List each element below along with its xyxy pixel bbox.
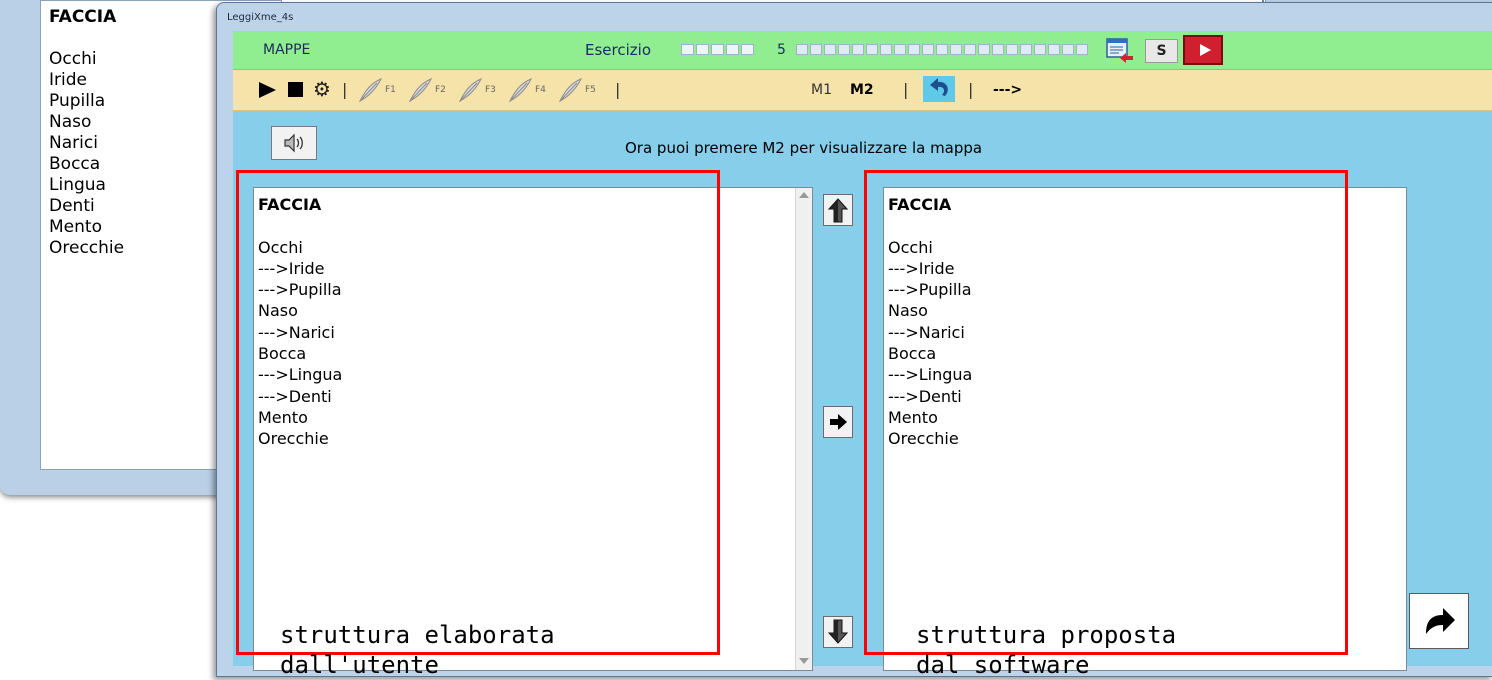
proposed-structure-highlight bbox=[864, 170, 1348, 655]
progress-cell bbox=[978, 44, 990, 55]
feather-icon[interactable] bbox=[457, 77, 483, 103]
m1-button[interactable]: M1 bbox=[811, 70, 832, 110]
undo-arrow-icon[interactable] bbox=[923, 76, 955, 102]
feather-icon[interactable] bbox=[507, 77, 533, 103]
progress-cell bbox=[908, 44, 920, 55]
background-list-item: Denti bbox=[49, 196, 95, 216]
list-scrollbar[interactable] bbox=[795, 188, 812, 670]
user-structure-highlight bbox=[236, 170, 720, 655]
f-key-label: F4 bbox=[535, 85, 546, 95]
exercise-checkbox[interactable] bbox=[681, 44, 694, 55]
background-list-item: Pupilla bbox=[49, 91, 106, 111]
progress-cell bbox=[1006, 44, 1018, 55]
progress-cell bbox=[964, 44, 976, 55]
f-key-label: F1 bbox=[385, 85, 396, 95]
progress-cell bbox=[936, 44, 948, 55]
user-structure-caption-line1: struttura elaborata bbox=[280, 621, 555, 649]
background-list-item: Naso bbox=[49, 112, 92, 132]
exercise-checkboxes bbox=[681, 44, 754, 55]
instruction-message: Ora puoi premere M2 per visualizzare la … bbox=[625, 139, 983, 157]
speaker-icon bbox=[284, 133, 303, 153]
proposed-structure-caption-line1: struttura proposta bbox=[916, 621, 1177, 649]
next-arrow[interactable]: ---> bbox=[993, 70, 1022, 110]
progress-cell bbox=[950, 44, 962, 55]
speaker-button[interactable] bbox=[271, 126, 317, 160]
section-label: MAPPE bbox=[263, 42, 311, 58]
toolbar: ⚙ | F1 F2 F3 F4 F5 | M1 M2 | | ---> bbox=[233, 70, 1492, 111]
progress-cell bbox=[1020, 44, 1032, 55]
exercise-checkbox[interactable] bbox=[741, 44, 754, 55]
background-window: FACCIA Occhi Iride Pupilla Naso Narici B… bbox=[0, 0, 282, 495]
play-icon[interactable] bbox=[259, 82, 276, 98]
progress-cell bbox=[992, 44, 1004, 55]
progress-cell bbox=[810, 44, 822, 55]
background-list-item: Occhi bbox=[49, 49, 97, 69]
toolbar-separator: | bbox=[968, 80, 974, 99]
exercise-label: Esercizio bbox=[585, 41, 651, 59]
feather-icon[interactable] bbox=[407, 77, 433, 103]
confirm-button[interactable] bbox=[1409, 593, 1469, 649]
exercise-number: 5 bbox=[777, 42, 786, 58]
next-play-button[interactable] bbox=[1183, 35, 1223, 65]
feather-icon[interactable] bbox=[557, 77, 583, 103]
background-list-title: FACCIA bbox=[49, 7, 117, 27]
f-key-label: F5 bbox=[585, 85, 596, 95]
move-down-button[interactable] bbox=[823, 616, 853, 648]
window-title: LeggiXme_4s bbox=[227, 12, 294, 23]
exercise-checkbox[interactable] bbox=[696, 44, 709, 55]
background-list-item: Bocca bbox=[49, 154, 101, 174]
progress-cell bbox=[1034, 44, 1046, 55]
arrow-down-icon bbox=[827, 619, 849, 644]
progress-indicator bbox=[796, 44, 1088, 55]
toolbar-separator: | bbox=[342, 80, 348, 99]
move-up-button[interactable] bbox=[823, 194, 853, 226]
progress-cell bbox=[866, 44, 878, 55]
stop-icon[interactable] bbox=[288, 82, 303, 97]
exit-document-icon[interactable] bbox=[1106, 38, 1134, 64]
arrow-right-icon bbox=[830, 414, 847, 430]
exercise-checkbox[interactable] bbox=[726, 44, 739, 55]
progress-cell bbox=[1048, 44, 1060, 55]
progress-cell bbox=[824, 44, 836, 55]
background-list-item: Narici bbox=[49, 133, 98, 153]
progress-cell bbox=[852, 44, 864, 55]
progress-cell bbox=[922, 44, 934, 55]
settings-gear-icon[interactable]: ⚙ bbox=[313, 79, 331, 99]
progress-cell bbox=[880, 44, 892, 55]
progress-cell bbox=[1076, 44, 1088, 55]
transfer-right-button[interactable] bbox=[823, 406, 853, 438]
scroll-up-icon[interactable] bbox=[799, 192, 809, 198]
background-list-item: Orecchie bbox=[49, 238, 125, 258]
progress-cell bbox=[796, 44, 808, 55]
background-list-item: Mento bbox=[49, 217, 102, 237]
arrow-up-icon bbox=[827, 198, 849, 223]
feather-icon[interactable] bbox=[357, 77, 383, 103]
proposed-structure-caption-line2: dal software bbox=[916, 651, 1090, 679]
toolbar-separator: | bbox=[903, 80, 909, 99]
f-key-label: F3 bbox=[485, 85, 496, 95]
f-key-label: F2 bbox=[435, 85, 446, 95]
toolbar-separator: | bbox=[615, 80, 621, 99]
exercise-checkbox[interactable] bbox=[711, 44, 724, 55]
return-arrow-icon bbox=[1426, 608, 1455, 634]
progress-cell bbox=[1062, 44, 1074, 55]
progress-cell bbox=[894, 44, 906, 55]
scroll-down-icon[interactable] bbox=[799, 658, 809, 664]
background-list-item: Lingua bbox=[49, 175, 106, 195]
s-button[interactable]: S bbox=[1145, 39, 1178, 63]
header-bar: MAPPE Esercizio 5 S bbox=[233, 31, 1492, 70]
m2-button[interactable]: M2 bbox=[850, 70, 874, 110]
user-structure-caption-line2: dall'utente bbox=[280, 651, 439, 679]
progress-cell bbox=[838, 44, 850, 55]
background-list-item: Iride bbox=[49, 70, 87, 90]
